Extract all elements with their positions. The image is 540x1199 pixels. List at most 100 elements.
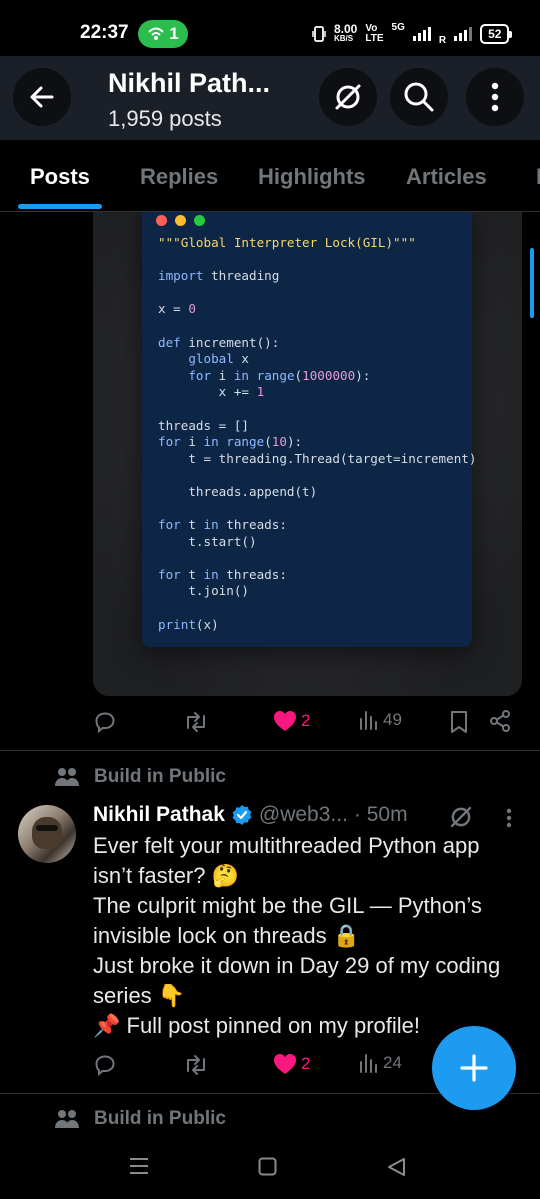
code-line: threads.append(t)	[158, 483, 318, 499]
like-button[interactable]: 2	[273, 710, 310, 732]
plus-icon	[460, 1054, 488, 1082]
share-icon	[490, 710, 510, 732]
active-tab-indicator	[18, 204, 102, 209]
code-line: """Global Interpreter Lock(GIL)"""	[158, 235, 416, 250]
code-snippet-card: """Global Interpreter Lock(GIL)""" impor…	[142, 212, 476, 647]
code-line: for i in range(10):	[158, 434, 303, 450]
network-speed: 8.00 KB/S	[334, 22, 358, 43]
code-line: for i in range(1000000):	[188, 367, 371, 383]
tweet-line: isn’t faster? 🤔	[93, 863, 239, 888]
search-button[interactable]	[390, 68, 448, 126]
post-image[interactable]: """Global Interpreter Lock(GIL)""" impor…	[93, 212, 522, 696]
roaming-indicator: R	[438, 35, 447, 46]
signal-icon-2	[454, 27, 473, 41]
hotspot-icon	[148, 27, 164, 40]
avatar[interactable]	[18, 805, 76, 863]
close-dot	[156, 215, 167, 226]
tab-media[interactable]: M	[536, 164, 540, 190]
post-more-button[interactable]	[506, 808, 512, 833]
post-actions: 2 49	[93, 710, 523, 738]
share-button[interactable]	[489, 710, 511, 732]
tweet-line: series 👇	[93, 983, 186, 1008]
window-dots	[156, 215, 205, 226]
like-count: 2	[301, 1054, 311, 1073]
grok-icon	[450, 806, 472, 828]
repost-button[interactable]	[183, 1053, 209, 1077]
like-button[interactable]: 2	[273, 1053, 310, 1075]
tweet-author-line: Nikhil Pathak @web3... · 50m	[93, 803, 408, 827]
network-type: 5G	[391, 22, 405, 33]
tab-posts[interactable]: Posts	[30, 164, 90, 190]
repost-button[interactable]	[183, 710, 209, 734]
profile-header: Nikhil Path... 1,959 posts	[0, 56, 540, 140]
code-line: print(x)	[158, 616, 219, 632]
community-name: Build in Public	[94, 1108, 226, 1129]
code-line: def increment():	[158, 334, 280, 350]
views-button[interactable]: 49	[359, 710, 402, 730]
signal-icon	[412, 27, 431, 41]
status-icons: 8.00 KB/S Vo LTE 5G R 52	[312, 22, 513, 46]
community-icon	[55, 768, 79, 786]
more-options-button[interactable]	[466, 68, 524, 126]
views-icon	[360, 1054, 377, 1073]
compose-post-button[interactable]	[432, 1026, 516, 1110]
heart-filled-icon	[274, 1054, 296, 1074]
scrollbar[interactable]	[530, 248, 534, 318]
status-bar: 22:37 1 8.00 KB/S Vo LTE 5G R 52	[0, 0, 540, 56]
hotspot-indicator: 1	[138, 20, 188, 48]
like-count: 2	[301, 711, 311, 730]
code-text: """Global Interpreter Lock(GIL)""" impor…	[158, 235, 476, 633]
profile-name: Nikhil Path...	[108, 68, 271, 98]
bookmark-button[interactable]	[449, 710, 469, 734]
community-label[interactable]: Build in Public	[54, 1108, 226, 1130]
recents-icon[interactable]	[129, 1157, 149, 1175]
community-label[interactable]: Build in Public	[54, 766, 226, 788]
reply-icon	[95, 1055, 115, 1077]
view-count: 49	[383, 710, 402, 729]
tab-highlights[interactable]: Highlights	[258, 164, 366, 190]
reply-button[interactable]	[93, 1053, 117, 1077]
author-handle[interactable]: @web3...	[259, 803, 348, 827]
tweet-line: Ever felt your multithreaded Python app	[93, 833, 480, 858]
home-icon[interactable]	[258, 1157, 277, 1176]
more-vertical-icon	[491, 82, 499, 112]
tab-articles[interactable]: Articles	[406, 164, 487, 190]
heart-filled-icon	[274, 711, 296, 731]
code-line: t.start()	[158, 533, 257, 549]
code-line: for t in threads:	[158, 566, 287, 582]
bookmark-icon	[451, 711, 467, 733]
tweet-line: The culprit might be the GIL — Python’s	[93, 893, 482, 918]
author-name[interactable]: Nikhil Pathak	[93, 803, 225, 827]
grok-button[interactable]	[319, 68, 377, 126]
views-icon	[360, 711, 377, 730]
minimize-dot	[175, 215, 186, 226]
code-line: t = threading.Thread(target=increment)	[158, 450, 477, 466]
code-line: t.join()	[158, 583, 249, 599]
code-line: global x	[188, 351, 250, 367]
clock: 22:37	[80, 22, 129, 43]
code-line: threads = []	[158, 417, 249, 433]
post-time[interactable]: · 50m	[354, 803, 408, 827]
tab-replies[interactable]: Replies	[140, 164, 218, 190]
back-nav-icon[interactable]	[386, 1157, 406, 1177]
verified-badge-icon	[232, 805, 252, 825]
vibrate-icon	[312, 26, 326, 42]
reply-icon	[95, 712, 115, 734]
views-button[interactable]: 24	[359, 1053, 402, 1073]
volte-indicator: Vo LTE	[365, 23, 384, 44]
search-icon	[404, 82, 434, 112]
back-button[interactable]	[13, 68, 71, 126]
community-name: Build in Public	[94, 766, 226, 787]
view-count: 24	[383, 1053, 402, 1072]
post-divider	[0, 750, 540, 751]
repost-icon	[187, 712, 205, 732]
battery-indicator: 52	[480, 24, 513, 44]
reply-button[interactable]	[93, 710, 117, 734]
